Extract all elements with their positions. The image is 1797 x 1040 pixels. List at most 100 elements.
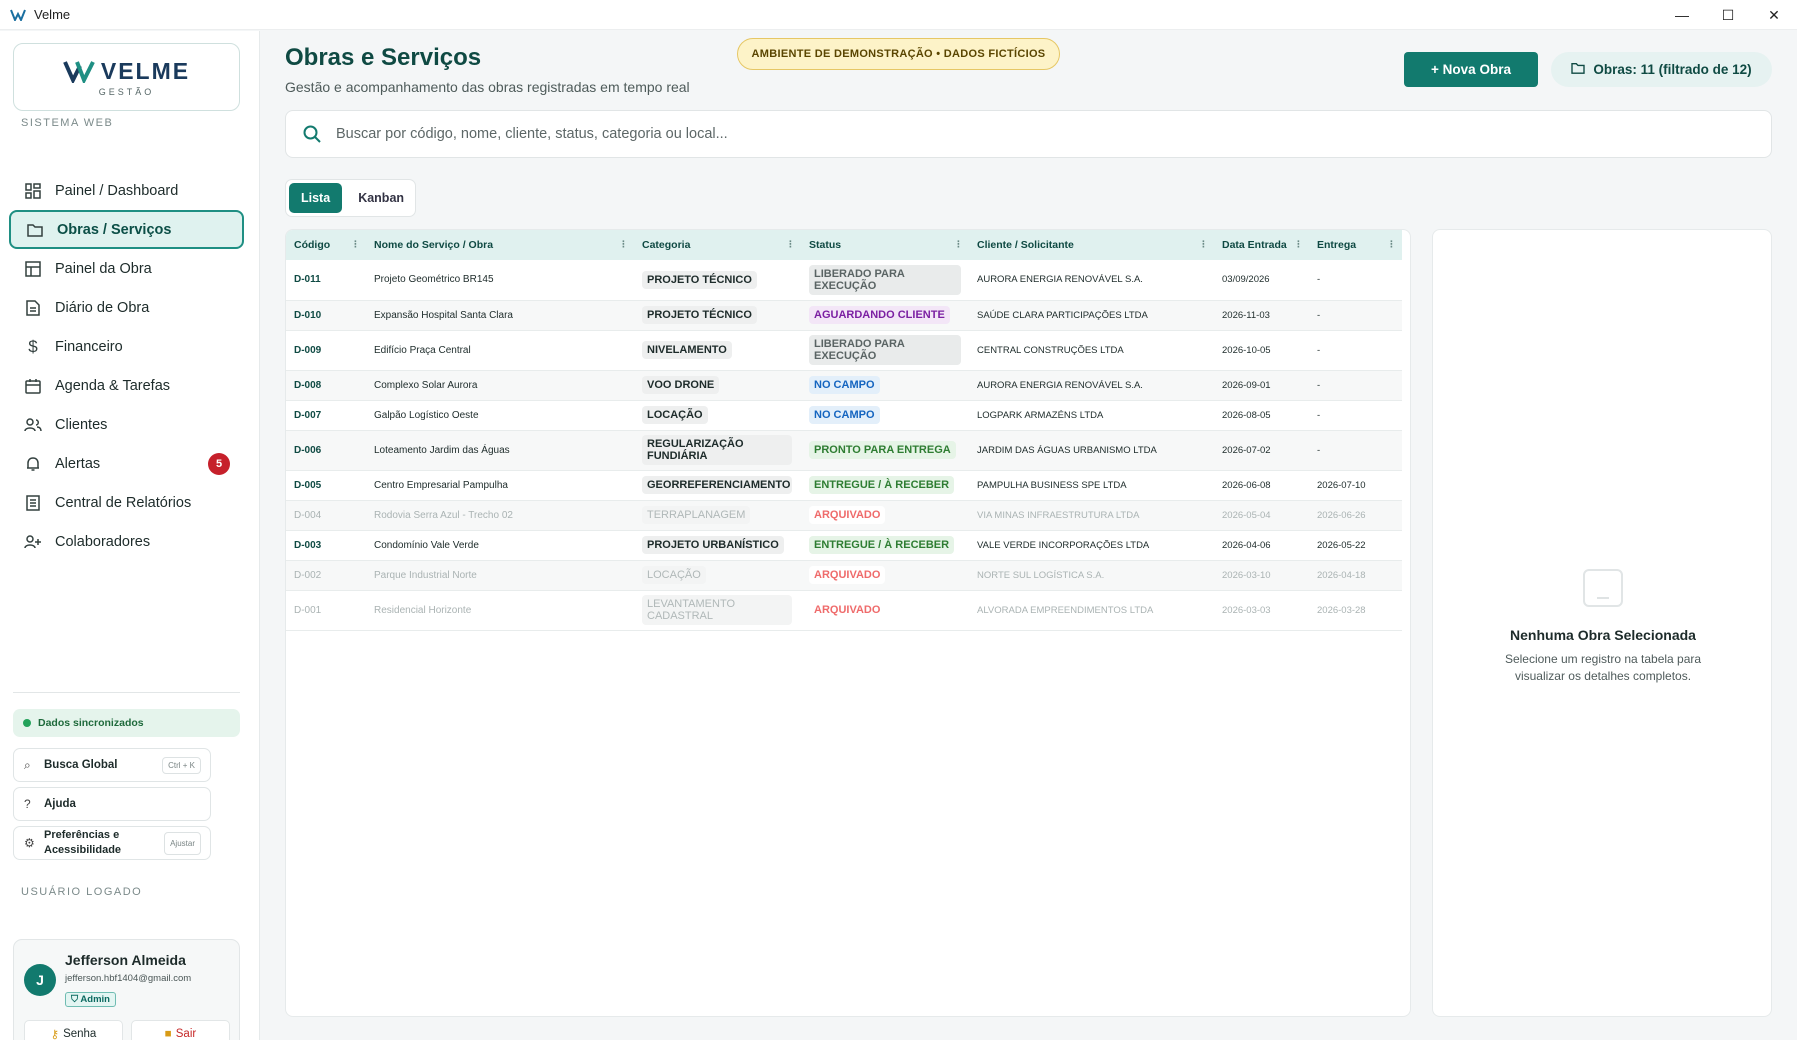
cell-entry-date: 03/09/2026 (1214, 260, 1309, 301)
password-label: Senha (63, 1027, 97, 1040)
table-row[interactable]: D-005 Centro Empresarial Pampulha GEORREFE… (286, 470, 1402, 501)
user-email: jefferson.hbf1404@gmail.com (65, 973, 192, 984)
column-header-status[interactable]: Status ⋮ (801, 230, 969, 260)
cell-name: Galpão Logístico Oeste (366, 400, 634, 431)
table-row[interactable]: D-009 Edifício Praça Central NIVELAMENTO LI… (286, 330, 1402, 371)
category-badge: PROJETO TÉCNICO (642, 270, 757, 289)
new-obra-button[interactable]: + Nova Obra (1404, 52, 1538, 87)
sync-dot-icon (23, 719, 31, 727)
cell-entry-date: 2026-04-06 (1214, 530, 1309, 561)
table-row[interactable]: D-010 Expansão Hospital Santa Clara PROJET… (286, 300, 1402, 331)
help-icon: ? (24, 797, 31, 811)
empty-state-title: Nenhuma Obra Selecionada (1510, 627, 1696, 643)
dollar-icon: $ (28, 336, 38, 356)
column-header-category[interactable]: Categoria ⋮ (634, 230, 801, 260)
obras-table-panel: Código ⋮ Nome do Serviço / Obra ⋮ Categori… (285, 229, 1411, 1017)
help-button[interactable]: ? Ajuda (13, 787, 211, 821)
table-row[interactable]: D-003 Condomínio Vale Verde PROJETO URBANÍ… (286, 530, 1402, 561)
calendar-icon (24, 377, 42, 395)
column-header-name[interactable]: Nome do Serviço / Obra ⋮ (366, 230, 634, 260)
cell-name: Residencial Horizonte (366, 590, 634, 631)
sidebar-item-clientes[interactable]: Clientes (9, 405, 244, 444)
sidebar-item-dashboard[interactable]: Painel / Dashboard (9, 171, 244, 210)
sort-icon: ⋮ (351, 239, 360, 249)
brand-logo[interactable]: VELME GESTÃO (13, 43, 240, 111)
cell-status: PRONTO PARA ENTREGA (801, 430, 969, 471)
preferences-button[interactable]: ⚙ Preferências e Acessibilidade Ajustar (13, 826, 211, 860)
table-row[interactable]: D-008 Complexo Solar Aurora VOO DRONE NO CA… (286, 370, 1402, 401)
table-row[interactable]: D-004 Rodovia Serra Azul - Trecho 02 TERRA… (286, 500, 1402, 531)
search-icon (303, 125, 321, 143)
cell-category: LEVANTAMENTO CADASTRAL (634, 590, 801, 631)
maximize-button[interactable]: ☐ (1705, 0, 1751, 30)
sidebar-item-alertas[interactable]: Alertas 5 (9, 444, 244, 483)
status-badge: NO CAMPO (809, 376, 880, 394)
cell-entry-date: 2026-09-01 (1214, 370, 1309, 401)
table-row[interactable]: D-002 Parque Industrial Norte LOCAÇÃO ARQUI… (286, 560, 1402, 591)
user-role-badge: ⛉ Admin (65, 992, 116, 1007)
cell-delivery: 2026-06-26 (1309, 500, 1402, 531)
close-button[interactable]: ✕ (1751, 0, 1797, 30)
cell-code: D-010 (286, 300, 366, 331)
column-label: Categoria (642, 239, 691, 251)
sidebar-divider (13, 692, 240, 693)
sidebar-item-label: Painel da Obra (55, 260, 152, 277)
category-badge: LEVANTAMENTO CADASTRAL (642, 595, 792, 625)
tab-lista[interactable]: Lista (289, 183, 343, 213)
minimize-button[interactable]: — (1659, 0, 1705, 30)
sidebar-item-label: Alertas (55, 455, 101, 472)
sidebar: VELME GESTÃO SISTEMA WEB Painel / Dashbo… (0, 31, 260, 1040)
sidebar-item-label: Diário de Obra (55, 299, 150, 316)
logout-button[interactable]: ■ Sair (131, 1020, 230, 1040)
cell-status: AGUARDANDO CLIENTE (801, 300, 969, 331)
window-titlebar: Velme — ☐ ✕ (0, 0, 1797, 30)
section-label-system: SISTEMA WEB (21, 117, 114, 129)
cell-client: ALVORADA EMPREENDIMENTOS LTDA (969, 590, 1214, 631)
help-label: Ajuda (44, 798, 76, 810)
sidebar-item-colaboradores[interactable]: Colaboradores (9, 522, 244, 561)
cell-status: LIBERADO PARA EXECUÇÃO (801, 330, 969, 371)
category-badge: REGULARIZAÇÃO FUNDIÁRIA (642, 435, 792, 465)
cell-delivery: - (1309, 370, 1402, 401)
column-header-entry-date[interactable]: Data Entrada ⋮ (1214, 230, 1309, 260)
sort-icon: ⋮ (1387, 239, 1396, 249)
table-row[interactable]: D-007 Galpão Logístico Oeste LOCAÇÃO NO CAM… (286, 400, 1402, 431)
search-input[interactable] (336, 126, 1736, 142)
cell-category: LOCAÇÃO (634, 560, 801, 591)
empty-state-text: Selecione um registro na tabela para vis… (1504, 652, 1702, 683)
column-header-client[interactable]: Cliente / Solicitante ⋮ (969, 230, 1214, 260)
sidebar-item-agenda[interactable]: Agenda & Tarefas (9, 366, 244, 405)
sidebar-item-financeiro[interactable]: $ Financeiro (9, 327, 244, 366)
sidebar-item-obras[interactable]: Obras / Serviços (9, 210, 244, 249)
cell-code: D-011 (286, 260, 366, 301)
tab-kanban[interactable]: Kanban (346, 183, 416, 213)
change-password-button[interactable]: ⚷ Senha (24, 1020, 123, 1040)
column-header-code[interactable]: Código ⋮ (286, 230, 366, 260)
cell-delivery: - (1309, 330, 1402, 371)
global-search-button[interactable]: ⌕ Busca Global Ctrl + K (13, 748, 211, 782)
cell-delivery: - (1309, 300, 1402, 331)
cell-delivery: - (1309, 400, 1402, 431)
sidebar-item-label: Clientes (55, 416, 108, 433)
cell-name: Centro Empresarial Pampulha (366, 470, 634, 501)
user-name: Jefferson Almeida (65, 952, 186, 968)
table-row[interactable]: D-006 Loteamento Jardim das Águas REGULARI… (286, 430, 1402, 471)
cell-name: Condomínio Vale Verde (366, 530, 634, 561)
sidebar-item-diario[interactable]: Diário de Obra (9, 288, 244, 327)
sidebar-item-painel-obra[interactable]: Painel da Obra (9, 249, 244, 288)
column-header-delivery[interactable]: Entrega ⋮ (1309, 230, 1402, 260)
table-header-row: Código ⋮ Nome do Serviço / Obra ⋮ Categori… (286, 230, 1402, 260)
column-label: Entrega (1317, 239, 1357, 251)
demo-environment-badge: AMBIENTE DE DEMONSTRAÇÃO • DADOS FICTÍCI… (737, 38, 1060, 70)
sidebar-item-relatorios[interactable]: Central de Relatórios (9, 483, 244, 522)
user-card: J Jefferson Almeida jefferson.hbf1404@gm… (13, 939, 240, 1040)
table-row[interactable]: D-011 Projeto Geométrico BR145 PROJETO TÉC… (286, 260, 1402, 301)
sort-icon: ⋮ (954, 239, 963, 249)
lock-icon: ■ (164, 1027, 172, 1040)
table-row[interactable]: D-001 Residencial Horizonte LEVANTAMENTO C… (286, 590, 1402, 631)
sidebar-item-label: Obras / Serviços (57, 221, 172, 238)
cell-category: PROJETO URBANÍSTICO (634, 530, 801, 561)
cell-code: D-002 (286, 560, 366, 591)
cell-name: Complexo Solar Aurora (366, 370, 634, 401)
column-label: Cliente / Solicitante (977, 239, 1074, 251)
